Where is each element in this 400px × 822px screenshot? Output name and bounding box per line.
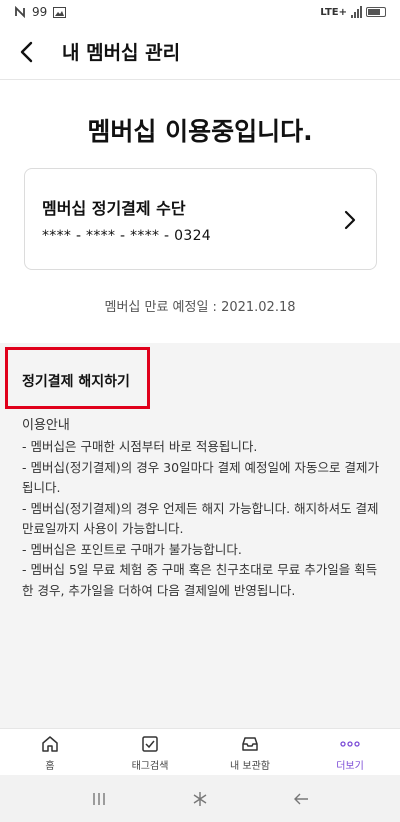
card-number: **** - **** - **** - 0324 <box>42 228 211 244</box>
info-item: - 멤버십(정기결제)의 경우 언제든 해지 가능합니다. 해지하셔도 결제 만… <box>22 500 379 537</box>
status-bar: 99 LTE+ <box>0 0 400 24</box>
info-item: - 멤버십은 구매한 시점부터 바로 적용됩니다. <box>22 439 258 454</box>
notification-count: 99 <box>32 5 48 19</box>
bottom-nav: 홈 태그검색 내 보관함 더보기 <box>0 728 400 775</box>
back-arrow-icon <box>20 41 33 62</box>
nav-item-tag-search[interactable]: 태그검색 <box>100 729 200 775</box>
network-type: LTE+ <box>320 6 347 18</box>
info-item: - 멤버십 5일 무료 체험 중 구매 혹은 친구초대로 무료 추가일을 획득한… <box>22 562 378 598</box>
gallery-icon <box>53 6 67 18</box>
home-icon <box>42 736 58 752</box>
cancel-subscription-button[interactable]: 정기결제 해지하기 <box>22 371 130 391</box>
nav-label: 홈 <box>45 761 55 772</box>
recent-apps-button[interactable] <box>79 784 119 814</box>
payment-method-card[interactable]: 멤버십 정기결제 수단 **** - **** - **** - 0324 <box>24 168 377 270</box>
asterisk-icon <box>193 791 207 806</box>
nav-label: 태그검색 <box>131 761 169 772</box>
info-section: 정기결제 해지하기 이용안내 - 멤버십은 구매한 시점부터 바로 적용됩니다.… <box>0 343 400 728</box>
expiry-date: 멤버십 만료 예정일 : 2021.02.18 <box>104 300 296 315</box>
system-nav-bar <box>0 775 400 822</box>
status-left: 99 <box>14 5 67 19</box>
notification-n-icon <box>15 6 25 18</box>
more-icon <box>340 741 360 747</box>
nav-label: 더보기 <box>336 761 364 772</box>
back-button[interactable] <box>12 38 40 66</box>
battery-icon <box>366 7 386 17</box>
signal-icon <box>351 6 362 18</box>
info-item: - 멤버십(정기결제)의 경우 30일마다 결제 예정일에 자동으로 결제가 됩… <box>22 459 379 496</box>
nav-item-more[interactable]: 더보기 <box>300 729 400 775</box>
status-right: LTE+ <box>320 6 386 18</box>
info-list: - 멤버십은 구매한 시점부터 바로 적용됩니다. - 멤버십(정기결제)의 경… <box>22 437 382 601</box>
back-arrow-icon <box>294 793 309 804</box>
checkbox-icon <box>142 736 158 752</box>
info-title: 이용안내 <box>22 418 70 433</box>
inbox-icon <box>242 737 258 751</box>
recent-apps-icon <box>92 792 105 805</box>
nav-item-my-storage[interactable]: 내 보관함 <box>200 729 300 775</box>
back-system-button[interactable] <box>281 784 321 814</box>
payment-method-title: 멤버십 정기결제 수단 <box>42 199 186 218</box>
info-item: - 멤버십은 포인트로 구매가 불가능합니다. <box>22 541 242 557</box>
chevron-right-icon <box>344 210 356 230</box>
home-system-button[interactable] <box>180 784 220 814</box>
membership-status-heading: 멤버십 이용중입니다. <box>87 117 313 146</box>
nav-item-home[interactable]: 홈 <box>0 729 100 775</box>
page-title: 내 멤버십 관리 <box>62 42 181 64</box>
nav-label: 내 보관함 <box>230 761 270 772</box>
app-header: 내 멤버십 관리 <box>0 24 400 80</box>
